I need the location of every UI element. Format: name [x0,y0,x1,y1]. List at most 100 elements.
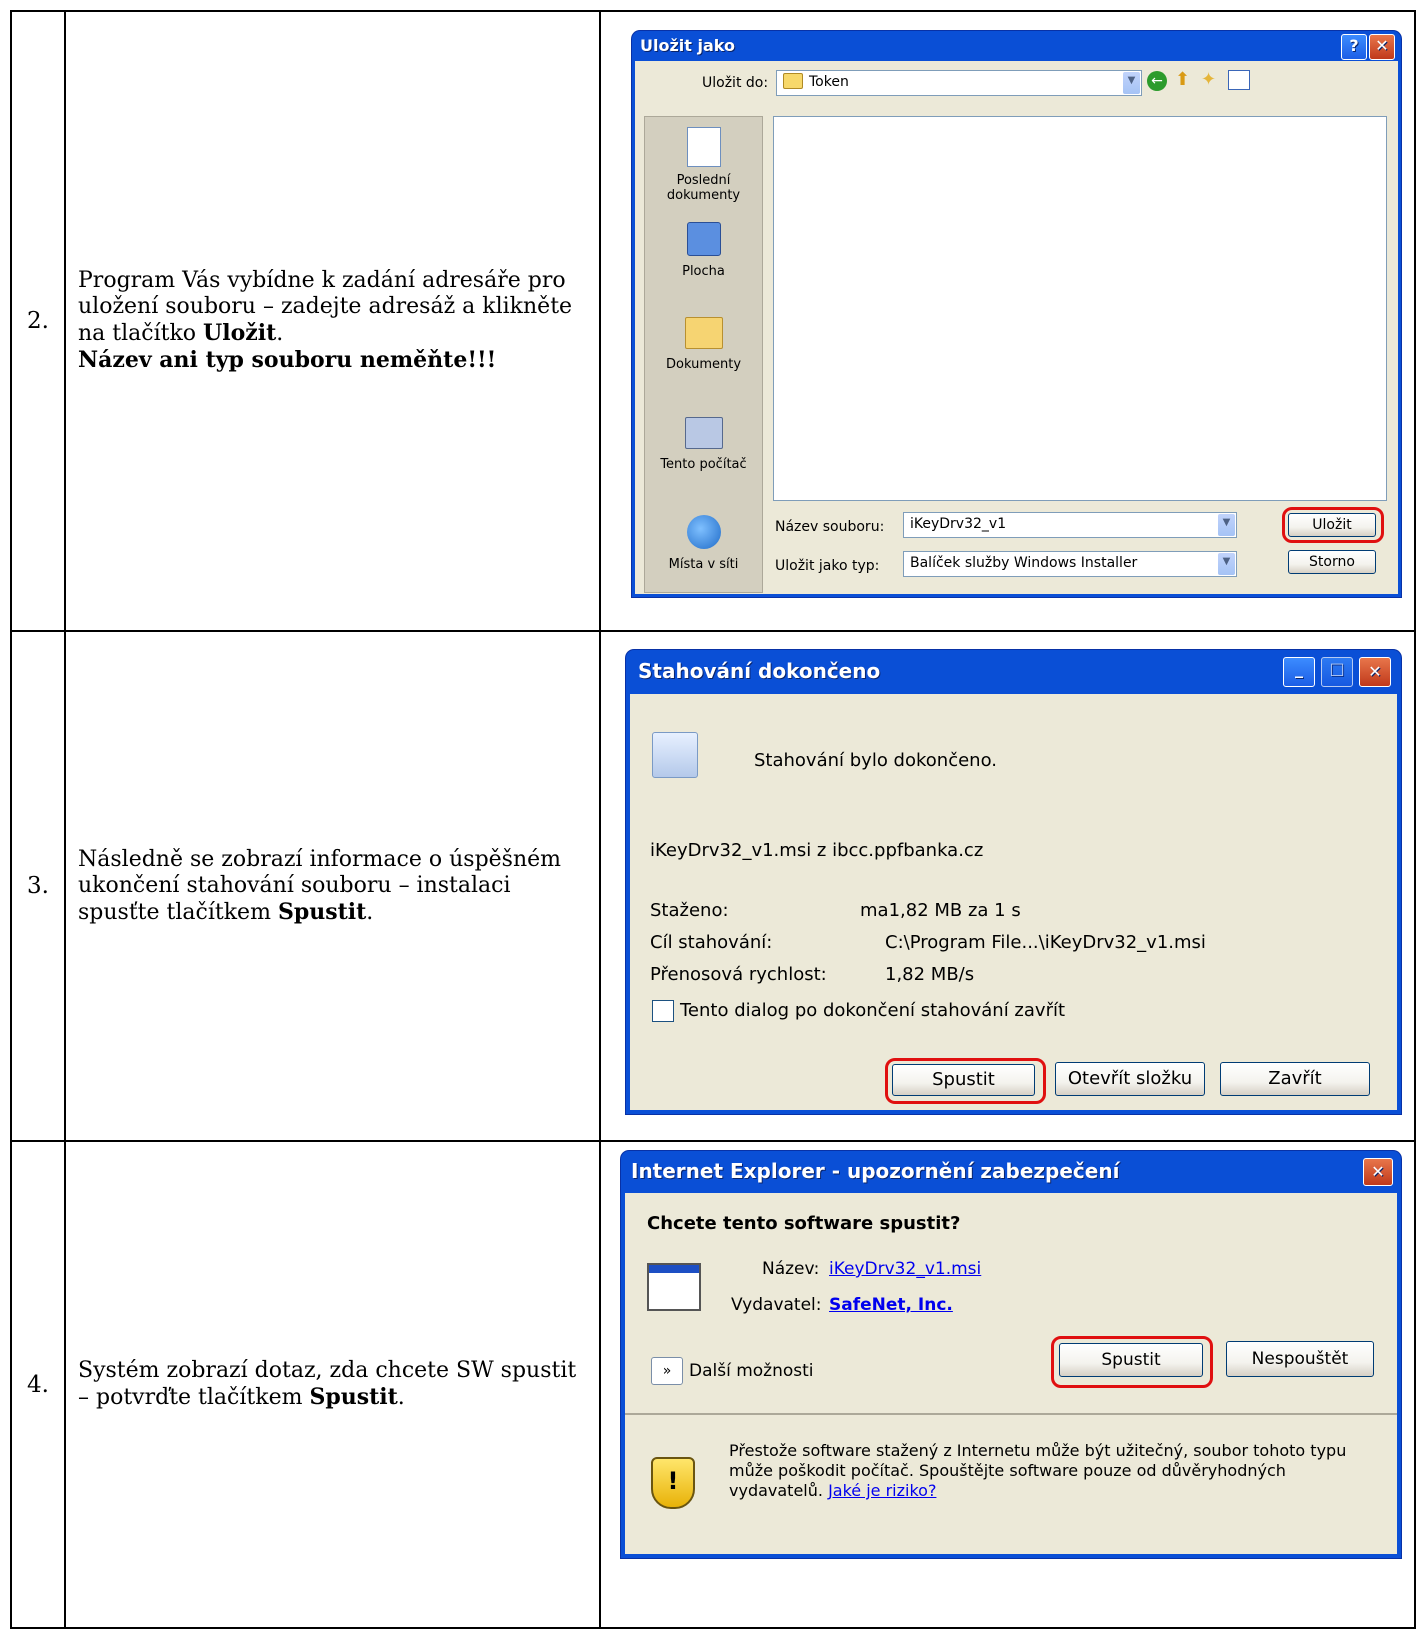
step-description: Program Vás vybídne k zadání adresáře pr… [64,10,601,632]
step-bold-text: Spustit [309,1384,398,1410]
save-button[interactable]: Uložit [1288,513,1376,537]
filename-field[interactable]: iKeyDrv32_v1 ▼ [903,512,1237,538]
close-button[interactable]: ✕ [1363,1158,1393,1186]
place-label: Místa v síti [668,557,739,572]
run-button[interactable]: Spustit [892,1064,1035,1096]
computer-icon [684,417,723,449]
table-row: 2. Program Vás vybídne k zadání adresáře… [10,10,1416,632]
place-computer[interactable]: Tento počítač [645,417,762,472]
close-button[interactable]: ✕ [1359,657,1391,687]
place-label: Tento počítač [660,457,747,472]
place-desktop[interactable]: Plocha [645,222,762,279]
table-row: 3. Následně se zobrazí informace o úspěš… [10,630,1416,1142]
step-warning-text: Název ani typ souboru neměňte!!! [78,347,497,373]
dialog-body: Uložit do: Token ▼ ← ⬆ ✦ Poslední dokume… [635,61,1398,594]
publisher-label: Vydavatel: [731,1295,822,1315]
save-in-value: Token [809,74,849,90]
instructions-table: 2. Program Vás vybídne k zadání adresáře… [10,10,1416,1629]
place-recent[interactable]: Poslední dokumenty [645,127,762,203]
divider [625,1413,1397,1415]
dialog-title: Internet Explorer - upozornění zabezpeče… [631,1159,1120,1183]
download-complete-icon [652,732,698,778]
dialog-title: Uložit jako [640,36,735,55]
step-text: . [366,899,374,925]
dont-run-button[interactable]: Nespouštět [1226,1341,1374,1377]
target-label: Cíl stahování: [650,932,773,953]
name-label: Název: [762,1259,820,1279]
recent-documents-icon [686,127,721,167]
question-heading: Chcete tento software spustit? [647,1213,961,1234]
target-value: C:\Program File...\iKeyDrv32_v1.msi [885,932,1206,953]
dialog-body: Chcete tento software spustit? Název: iK… [625,1193,1397,1554]
filetype-select[interactable]: Balíček služby Windows Installer ▼ [903,551,1237,577]
rate-label: Přenosová rychlost: [650,964,827,985]
shield-warning-icon: ! [651,1457,695,1509]
step-number: 3. [10,630,66,1142]
view-menu-icon[interactable] [1228,70,1250,90]
cancel-button[interactable]: Storno [1288,550,1376,574]
minimize-button[interactable]: _ [1283,657,1315,687]
screenshot-cell: Internet Explorer - upozornění zabezpeče… [599,1140,1416,1629]
up-folder-icon[interactable]: ⬆ [1175,69,1190,90]
step-number: 2. [10,10,66,632]
step-bold-text: Spustit [277,898,367,925]
warning-message: Přestože software stažený z Internetu mů… [729,1441,1347,1500]
checkbox-label: Tento dialog po dokončení stahování zavř… [680,1000,1066,1021]
network-places-icon [686,515,721,549]
save-in-label: Uložit do: [702,75,769,91]
filename-value: iKeyDrv32_v1 [910,516,1007,532]
places-bar: Poslední dokumenty Plocha Dokumenty Tent… [644,116,763,593]
filetype-value: Balíček služby Windows Installer [910,555,1138,571]
place-label: Dokumenty [665,357,742,372]
filename-label: Název souboru: [775,519,885,535]
close-on-complete-checkbox[interactable] [652,1000,674,1022]
step-description: Systém zobrazí dotaz, zda chcete SW spus… [64,1140,601,1629]
status-message: Stahování bylo dokončeno. [754,750,997,771]
help-button[interactable]: ? [1341,34,1367,60]
step-text: Program Vás vybídne k zadání adresáře pr… [78,268,573,346]
new-folder-icon[interactable]: ✦ [1201,69,1216,90]
file-name-link[interactable]: iKeyDrv32_v1.msi [829,1259,981,1279]
place-label: Poslední dokumenty [666,173,741,203]
open-folder-button[interactable]: Otevřít složku [1055,1062,1205,1096]
chevron-down-icon[interactable]: ▼ [1218,514,1235,536]
maximize-button[interactable]: □ [1321,657,1353,687]
chevron-down-icon[interactable]: » [651,1357,683,1385]
close-button[interactable]: Zavřít [1220,1062,1370,1096]
save-as-dialog: Uložit jako ? ✕ Uložit do: Token ▼ ← ⬆ ✦ [632,31,1401,597]
step-text: . [276,321,284,346]
back-icon[interactable]: ← [1147,71,1167,91]
table-row: 4. Systém zobrazí dotaz, zda chcete SW s… [10,1140,1416,1629]
step-text: . [397,1385,405,1410]
screenshot-cell: Uložit jako ? ✕ Uložit do: Token ▼ ← ⬆ ✦ [599,10,1416,632]
download-complete-dialog: Stahování dokončeno _ □ ✕ Stahování bylo… [626,650,1401,1114]
rate-value: 1,82 MB/s [885,964,975,985]
downloaded-value: ma1,82 MB za 1 s [860,900,1021,921]
file-list[interactable] [773,116,1387,501]
dialog-body: Stahování bylo dokončeno. iKeyDrv32_v1.m… [630,694,1397,1110]
step-number: 4. [10,1140,66,1629]
screenshot-cell: Stahování dokončeno _ □ ✕ Stahování bylo… [599,630,1416,1142]
dialog-title: Stahování dokončeno [638,659,881,683]
step-bold-text: Uložit [203,320,277,346]
place-network[interactable]: Místa v síti [645,515,762,572]
file-source: iKeyDrv32_v1.msi z ibcc.ppfbanka.cz [650,840,984,861]
place-documents[interactable]: Dokumenty [645,317,762,372]
desktop-icon [686,222,721,256]
risk-link[interactable]: Jaké je riziko? [828,1481,936,1500]
close-button[interactable]: ✕ [1369,34,1395,60]
chevron-down-icon[interactable]: ▼ [1218,553,1235,575]
program-icon [647,1263,701,1311]
save-in-combo[interactable]: Token ▼ [776,70,1142,96]
run-button[interactable]: Spustit [1059,1343,1203,1377]
more-options-label[interactable]: Další možnosti [689,1361,814,1381]
chevron-down-icon[interactable]: ▼ [1123,72,1140,94]
documents-folder-icon [684,317,723,349]
publisher-link[interactable]: SafeNet, Inc. [829,1295,953,1315]
folder-icon [783,73,803,89]
filetype-label: Uložit jako typ: [775,558,880,574]
downloaded-label: Staženo: [650,900,729,921]
step-description: Následně se zobrazí informace o úspěšném… [64,630,601,1142]
warning-text: Přestože software stažený z Internetu mů… [729,1441,1369,1501]
place-label: Plocha [682,264,725,279]
